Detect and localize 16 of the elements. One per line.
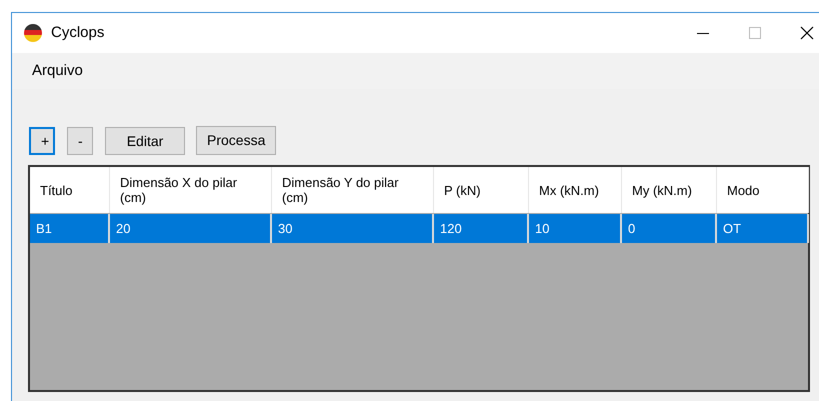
table-cell: B1 xyxy=(30,214,110,243)
table-cell: 10 xyxy=(529,214,622,243)
toolbar-button[interactable]: - xyxy=(67,127,93,155)
table-cell: 0 xyxy=(622,214,717,243)
table-cell: 30 xyxy=(272,214,434,243)
toolbar-button[interactable]: Processa xyxy=(196,126,276,154)
window-title: Cyclops xyxy=(51,22,104,43)
table-cell: 120 xyxy=(434,214,529,243)
app-logo-icon xyxy=(23,23,43,43)
close-icon[interactable] xyxy=(800,26,814,40)
table-row[interactable]: B1 20 30 120 10 0 OT xyxy=(30,213,808,243)
table-cell: 20 xyxy=(110,214,272,243)
toolbar-button[interactable]: + xyxy=(29,127,55,155)
table-cell: OT xyxy=(717,214,809,243)
menu-item[interactable]: Arquivo xyxy=(21,60,94,82)
toolbar-button[interactable]: Editar xyxy=(105,127,185,155)
